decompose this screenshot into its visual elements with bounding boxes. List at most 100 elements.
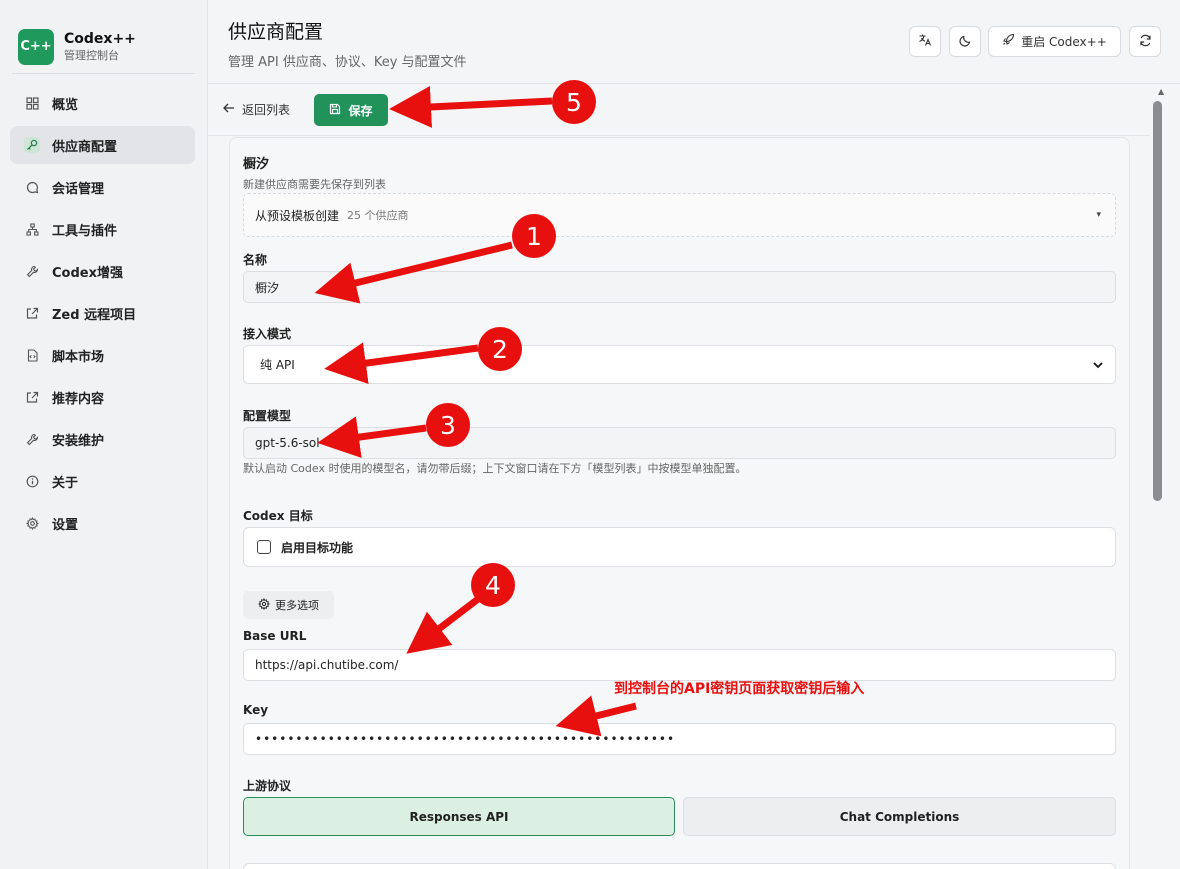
chat-icon (24, 179, 40, 195)
sidebar-item-install[interactable]: 安装维护 (10, 420, 195, 458)
sidebar-nav: 概览 供应商配置 会话管理 工具与插件 Codex增强 Zed 远程项目 脚本市… (10, 84, 195, 546)
network-icon (24, 221, 40, 237)
translate-button[interactable] (909, 26, 941, 57)
gear-icon (257, 597, 271, 613)
refresh-button[interactable] (1129, 26, 1161, 57)
sidebar-item-sessions[interactable]: 会话管理 (10, 168, 195, 206)
provider-form-card: 橱汐 新建供应商需要先保存到列表 从预设模板创建 25 个供应商 ▾ 名称 橱汐… (229, 137, 1130, 869)
content-scrollbar[interactable]: ▲ (1150, 84, 1180, 869)
annotation-badge-1: 1 (512, 214, 556, 258)
model-label: 配置模型 (243, 409, 292, 423)
sidebar-item-label: 关于 (52, 475, 79, 491)
restart-codex-label: 重启 Codex++ (1021, 35, 1107, 49)
mode-select[interactable]: 纯 API (243, 345, 1116, 384)
brand-logo: C++ (18, 28, 54, 65)
annotation-badge-5: 5 (552, 80, 596, 124)
preset-count: 25 个供应商 (347, 209, 409, 222)
wrench-icon (24, 431, 40, 447)
sidebar-divider (12, 73, 195, 74)
annotation-key-note: 到控制台的API密钥页面获取密钥后输入 (614, 681, 865, 697)
model-hint: 默认启动 Codex 时使用的模型名，请勿带后缀；上下文窗口请在下方「模型列表」… (243, 462, 747, 475)
annotation-badge-2: 2 (478, 327, 522, 371)
base-url-label: Base URL (243, 629, 307, 643)
chevron-down-icon (1093, 358, 1103, 372)
translate-icon (918, 33, 932, 50)
sidebar-item-label: 概览 (52, 97, 79, 113)
external-link-icon (24, 389, 40, 405)
protocol-option-label: Chat Completions (839, 809, 960, 824)
content-area: 返回列表 保存 橱汐 新建供应商需要先保存到列表 从预设模板创建 25 个供应商… (208, 84, 1150, 869)
brand-subtitle: 管理控制台 (64, 48, 119, 62)
chevron-down-icon: ▾ (1096, 210, 1101, 220)
sidebar-item-label: 会话管理 (52, 181, 105, 197)
scroll-thumb[interactable] (1153, 101, 1162, 501)
brand: C++ Codex++ 管理控制台 (0, 0, 207, 74)
sidebar-item-settings[interactable]: 设置 (10, 504, 195, 542)
provider-title: 橱汐 (243, 157, 270, 172)
info-icon (24, 473, 40, 489)
target-checkbox-row[interactable]: 启用目标功能 (243, 527, 1116, 567)
protocol-option-label: Responses API (409, 809, 509, 824)
annotation-badge-4: 4 (471, 563, 515, 607)
moon-icon (958, 34, 972, 50)
name-input[interactable]: 橱汐 (243, 271, 1116, 303)
base-url-input[interactable]: https://api.chutibe.com/ (243, 649, 1116, 681)
mode-label: 接入模式 (243, 327, 292, 341)
protocol-label: 上游协议 (243, 779, 292, 793)
sidebar-item-zed-remote[interactable]: Zed 远程项目 (10, 294, 195, 332)
preset-template-dropdown[interactable]: 从预设模板创建 25 个供应商 ▾ (243, 193, 1116, 237)
name-label: 名称 (243, 253, 268, 267)
file-code-icon (24, 347, 40, 363)
mode-value: 纯 API (260, 358, 295, 372)
key-value: ••••••••••••••••••••••••••••••••••••••••… (255, 732, 676, 746)
external-link-icon (24, 305, 40, 321)
sidebar-item-about[interactable]: 关于 (10, 462, 195, 500)
restart-codex-button[interactable]: 重启 Codex++ (988, 26, 1121, 57)
wrench-icon (24, 263, 40, 279)
editor-toolbar: 返回列表 保存 (208, 84, 1150, 136)
annotation-badge-3: 3 (426, 403, 470, 447)
arrow-left-icon (223, 102, 235, 117)
target-checkbox[interactable] (257, 540, 271, 554)
protocol-responses-api[interactable]: Responses API (243, 797, 675, 836)
sidebar-item-tools[interactable]: 工具与插件 (10, 210, 195, 248)
rocket-icon (1002, 33, 1015, 50)
protocol-chat-completions[interactable]: Chat Completions (683, 797, 1116, 836)
more-options-button[interactable]: 更多选项 (243, 591, 334, 619)
sidebar-item-label: 安装维护 (52, 433, 105, 449)
save-icon (329, 103, 341, 118)
sidebar-item-overview[interactable]: 概览 (10, 84, 195, 122)
save-label: 保存 (348, 103, 373, 118)
next-section-box (243, 863, 1116, 869)
grid-icon (24, 95, 40, 111)
target-label: Codex 目标 (243, 509, 313, 523)
key-label: Key (243, 703, 269, 717)
provider-hint: 新建供应商需要先保存到列表 (243, 178, 386, 191)
model-value: gpt-5.6-sol (255, 436, 320, 450)
page-title: 供应商配置 (228, 21, 324, 43)
name-value: 橱汐 (255, 280, 280, 295)
theme-toggle-button[interactable] (949, 26, 981, 57)
back-to-list-label: 返回列表 (242, 103, 291, 117)
sidebar-item-providers[interactable]: 供应商配置 (10, 126, 195, 164)
sidebar: C++ Codex++ 管理控制台 概览 供应商配置 会话管理 工具与插件 Co… (0, 0, 208, 869)
sidebar-item-label: 推荐内容 (52, 391, 105, 407)
scroll-up-icon[interactable]: ▲ (1158, 87, 1164, 96)
base-url-value: https://api.chutibe.com/ (255, 658, 399, 672)
sidebar-item-codex-enhance[interactable]: Codex增强 (10, 252, 195, 290)
sidebar-item-label: 脚本市场 (52, 349, 105, 365)
gear-icon (24, 515, 40, 531)
preset-template-label: 从预设模板创建 (255, 208, 340, 223)
back-to-list-link[interactable]: 返回列表 (223, 101, 290, 118)
brand-name: Codex++ (64, 30, 136, 47)
sidebar-item-script-market[interactable]: 脚本市场 (10, 336, 195, 374)
sidebar-item-recommended[interactable]: 推荐内容 (10, 378, 195, 416)
key-input[interactable]: ••••••••••••••••••••••••••••••••••••••••… (243, 723, 1116, 755)
page-header: 供应商配置 管理 API 供应商、协议、Key 与配置文件 重启 Codex++ (208, 0, 1180, 84)
refresh-icon (1139, 34, 1152, 50)
save-button[interactable]: 保存 (314, 94, 388, 126)
sidebar-item-label: Zed 远程项目 (52, 307, 137, 323)
sidebar-item-label: 工具与插件 (52, 223, 118, 239)
more-options-label: 更多选项 (275, 599, 319, 612)
model-input[interactable]: gpt-5.6-sol (243, 427, 1116, 459)
